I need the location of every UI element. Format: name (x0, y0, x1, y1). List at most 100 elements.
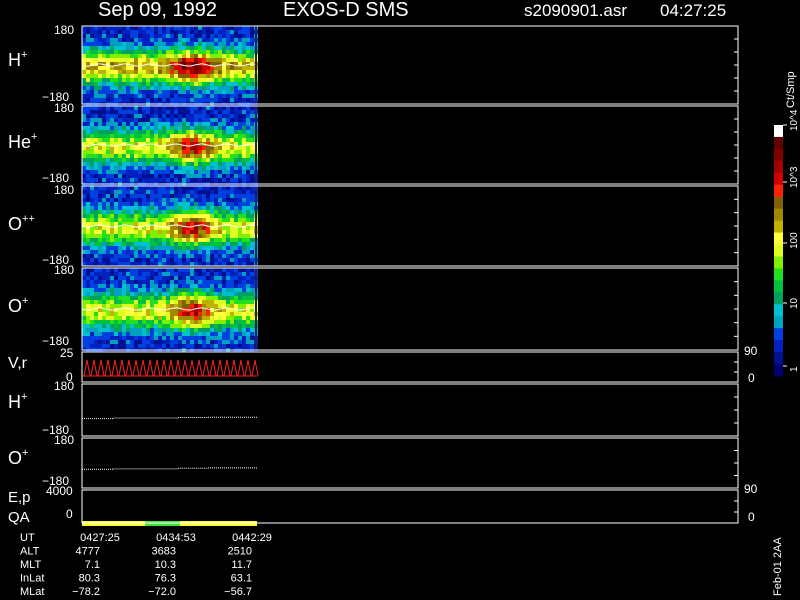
spectrogram-cell (246, 254, 250, 258)
spectrogram-cell (122, 46, 126, 50)
spectrogram-cell (198, 134, 202, 138)
spectrogram-cell (158, 38, 162, 42)
spectrogram-cell (194, 54, 198, 58)
spectrogram-cell (246, 166, 250, 170)
ephemeris-row-label: UT (20, 532, 35, 544)
spectrogram-cell (218, 98, 222, 102)
spectrogram-cell (98, 86, 102, 90)
spectrogram-cell (98, 300, 102, 304)
spectrogram-cell (118, 246, 122, 250)
spectrogram-cell (98, 118, 102, 122)
spectrogram-cell (242, 194, 246, 198)
spectrogram-cell (186, 26, 190, 30)
spectrogram-cell (158, 114, 162, 118)
spectrogram-cell (158, 254, 162, 258)
spectrogram-cell (86, 276, 90, 280)
spectrogram-cell (190, 82, 194, 86)
spectrogram-cell (118, 268, 122, 272)
spectrogram-cell (142, 254, 146, 258)
spectrogram-cell (222, 130, 226, 134)
spectrogram-cell (146, 218, 150, 222)
spectrogram-cell (210, 250, 214, 254)
spectrogram-cell (190, 344, 194, 348)
spectrogram-cell (242, 166, 246, 170)
spectrogram-cell (102, 202, 106, 206)
spectrogram-cell (90, 258, 94, 262)
spectrogram-cell (134, 238, 138, 242)
spectrogram-cell (170, 202, 174, 206)
spectrogram-cell (234, 320, 238, 324)
spectrogram-cell (138, 316, 142, 320)
spectrogram-cell (230, 94, 234, 98)
spectrogram-cell (126, 226, 130, 230)
spectrogram-cell (182, 242, 186, 246)
right-top-label: 90 (744, 482, 758, 496)
spectrogram-cell (94, 106, 98, 110)
spectrogram-cell (238, 74, 242, 78)
spectrogram-cell (178, 246, 182, 250)
spectrogram-cell (206, 74, 210, 78)
spectrogram-cell (102, 296, 106, 300)
spectrogram-cell (182, 38, 186, 42)
spectrogram-cell (218, 324, 222, 328)
spectrogram-cell (118, 78, 122, 82)
spectrogram-cell (198, 166, 202, 170)
spectrogram-cell (110, 154, 114, 158)
spectrogram-cell (234, 150, 238, 154)
spectrogram-cell (194, 280, 198, 284)
spectrogram-cell (98, 42, 102, 46)
spectrogram-cell (246, 238, 250, 242)
spectrogram-cell (174, 26, 178, 30)
spectrogram-cell (230, 332, 234, 336)
spectrogram-cell (210, 198, 214, 202)
spectrogram-cell (230, 34, 234, 38)
spectrogram-cell (170, 304, 174, 308)
spectrogram-cell (158, 320, 162, 324)
spectrogram-cell (234, 336, 238, 340)
spectrogram-cell (210, 154, 214, 158)
spectrogram-cell (178, 218, 182, 222)
spectrogram-cell (94, 336, 98, 340)
spectrogram-cell (206, 344, 210, 348)
spectrogram-cell (210, 46, 214, 50)
spectrogram-cell (206, 166, 210, 170)
spectrogram-cell (126, 86, 130, 90)
spectrogram-cell (226, 226, 230, 230)
spectrogram-cell (170, 288, 174, 292)
spectrogram-cell (82, 340, 86, 344)
spectrogram-cell (94, 230, 98, 234)
spectrogram-cell (86, 238, 90, 242)
spectrogram-cell (190, 254, 194, 258)
colorbar-swatch (774, 292, 783, 305)
spectrogram-cell (86, 58, 90, 62)
spectrogram-cell (230, 146, 234, 150)
spectrogram-cell (138, 106, 142, 110)
spectrogram-cell (94, 138, 98, 142)
spectrogram-cell (142, 86, 146, 90)
spectrogram-cell (90, 316, 94, 320)
spectrogram-cell (198, 300, 202, 304)
spectrogram-cell (174, 288, 178, 292)
spectrogram-cell (194, 134, 198, 138)
spectrogram-cell (134, 30, 138, 34)
spectrogram-cell (82, 162, 86, 166)
spectrogram-cell (126, 138, 130, 142)
spectrogram-cell (146, 190, 150, 194)
spectrogram-cell (146, 134, 150, 138)
spectrogram-cell (98, 258, 102, 262)
spectrogram-cell (150, 284, 154, 288)
spectrogram-cell (238, 218, 242, 222)
spectrogram-cell (206, 190, 210, 194)
colorbar-swatch (774, 125, 783, 138)
spectrogram-cell (118, 114, 122, 118)
spectrogram-cell (242, 202, 246, 206)
spectrogram-cell (102, 198, 106, 202)
spectrogram-cell (214, 74, 218, 78)
spectrogram-cell (170, 58, 174, 62)
spectrogram-cell (138, 324, 142, 328)
spectrogram-cell (174, 246, 178, 250)
spectrogram-cell (94, 272, 98, 276)
spectrogram-cell (82, 78, 86, 82)
spectrogram-cell (182, 50, 186, 54)
spectrogram-cell (94, 206, 98, 210)
